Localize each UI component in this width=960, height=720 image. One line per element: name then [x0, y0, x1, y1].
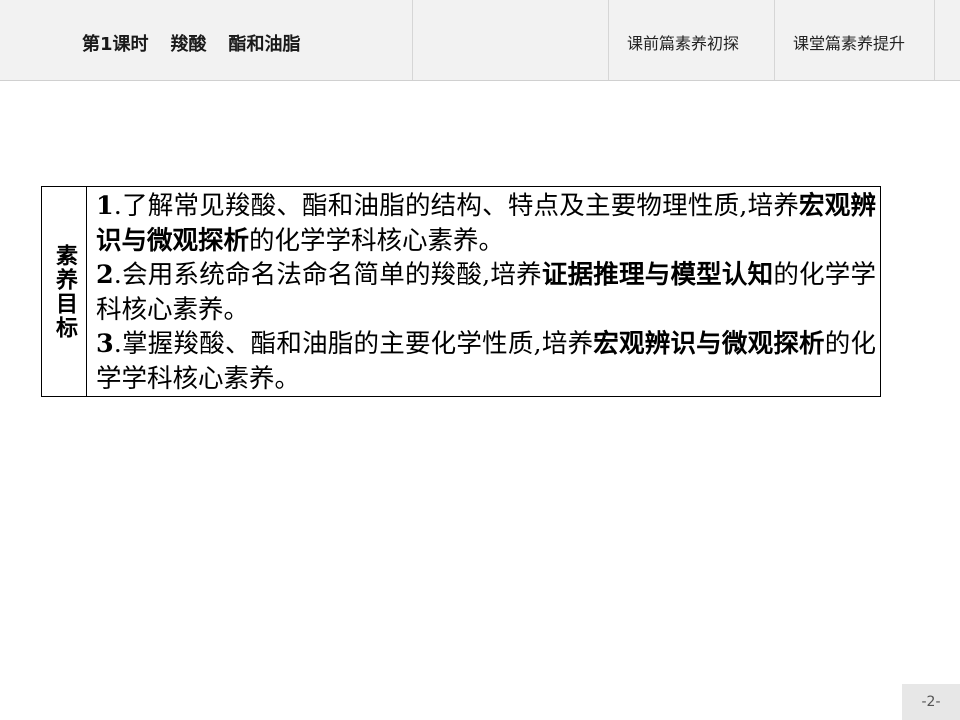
lesson-topic-1: 羧酸	[170, 34, 207, 55]
lesson-title: 第1课时 羧酸 酯和油脂	[82, 30, 323, 56]
literacy-goals-table: 素养目标 1.了解常见羧酸、酯和油脂的结构、特点及主要物理性质,培养宏观辨识与微…	[41, 186, 881, 397]
title-cell: 第1课时 羧酸 酯和油脂	[0, 0, 412, 80]
spacer-cell	[412, 0, 608, 80]
goal-item-2: 2.会用系统命名法命名简单的羧酸,培养证据推理与模型认知的化学学科核心素养。	[96, 258, 876, 327]
goal-number: 1	[96, 191, 114, 221]
goal-text: .了解常见羧酸、酯和油脂的结构、特点及主要物理性质,培养	[113, 191, 800, 221]
header-bar: 第1课时 羧酸 酯和油脂 课前篇素养初探 课堂篇素养提升	[0, 0, 960, 81]
goal-number: 3	[96, 329, 114, 359]
tab-preview[interactable]: 课前篇素养初探	[627, 30, 739, 54]
goal-text: .会用系统命名法命名简单的羧酸,培养	[113, 260, 542, 290]
goals-label-cell: 素养目标	[42, 187, 87, 396]
end-cell	[934, 0, 960, 80]
goal-emphasis: 宏观辨识与微观探析	[593, 329, 825, 359]
tab-cell-preview[interactable]: 课前篇素养初探	[608, 0, 774, 80]
goal-item-3: 3.掌握羧酸、酯和油脂的主要化学性质,培养宏观辨识与微观探析的化学学科核心素养。	[96, 327, 876, 396]
page-number: -2-	[902, 684, 960, 720]
goal-item-1: 1.了解常见羧酸、酯和油脂的结构、特点及主要物理性质,培养宏观辨识与微观探析的化…	[96, 189, 876, 258]
goal-text-end: 的化学学科核心素养。	[249, 225, 505, 256]
tab-cell-classroom[interactable]: 课堂篇素养提升	[774, 0, 934, 80]
goals-label: 素养目标	[52, 243, 77, 340]
goal-emphasis: 证据推理与模型认知	[541, 260, 774, 290]
tab-classroom[interactable]: 课堂篇素养提升	[793, 30, 905, 54]
lesson-number: 第1课时	[82, 34, 149, 55]
goal-number: 2	[96, 260, 114, 290]
goals-content: 1.了解常见羧酸、酯和油脂的结构、特点及主要物理性质,培养宏观辨识与微观探析 的化…	[96, 189, 876, 396]
lesson-topic-2: 酯和油脂	[228, 34, 301, 55]
goal-text: .掌握羧酸、酯和油脂的主要化学性质,培养	[113, 329, 594, 359]
